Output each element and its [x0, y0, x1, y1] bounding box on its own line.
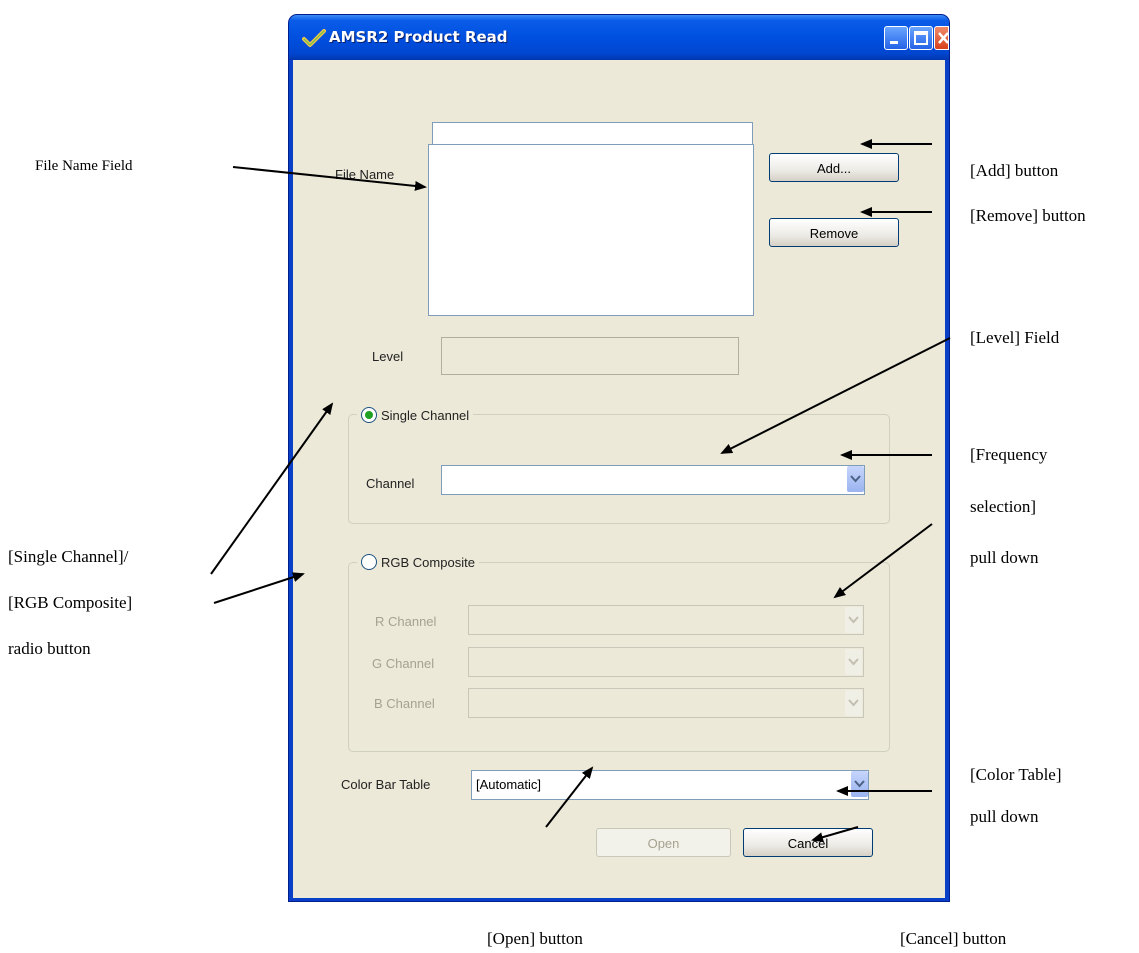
annotation-frequency-3: pull down [970, 548, 1039, 567]
annotation-open-button: [Open] button [487, 929, 583, 948]
annotation-cancel-button: [Cancel] button [900, 929, 1007, 948]
annotation-arrows [210, 139, 951, 843]
annotation-color-table-2: pull down [970, 807, 1039, 826]
arrow-file-name [232, 166, 427, 191]
annotation-radio-2: [RGB Composite] [8, 593, 133, 612]
annotation-add-button: [Add] button [970, 161, 1059, 180]
arrow-cancel [811, 826, 859, 843]
arrow-rgb-radio [213, 572, 305, 604]
annotation-frequency-1: [Frequency [970, 445, 1048, 464]
annotation-remove-button: [Remove] button [970, 206, 1086, 225]
arrow-single-radio [210, 402, 334, 575]
annotation-file-name-field: File Name Field [35, 158, 133, 174]
arrow-rgb-channel [833, 523, 933, 599]
arrow-level [720, 337, 951, 454]
annotation-radio-1: [Single Channel]/ [8, 547, 129, 566]
arrow-open [545, 766, 594, 828]
annotation-radio-3: radio button [8, 639, 91, 658]
annotation-level-field: [Level] Field [970, 328, 1060, 347]
annotation-color-table-1: [Color Table] [970, 765, 1062, 784]
annotation-frequency-2: selection] [970, 497, 1037, 516]
